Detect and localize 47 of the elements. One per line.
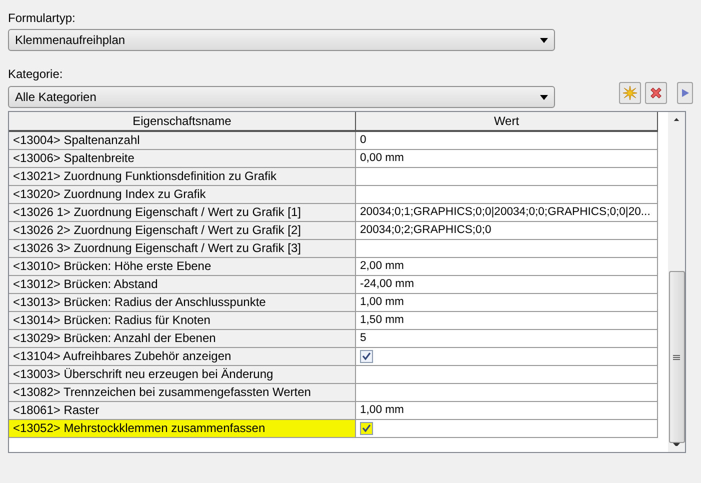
checkbox[interactable] [360, 350, 373, 363]
category-label: Kategorie: [8, 66, 64, 82]
property-name-cell: <13021> Zuordnung Funktionsdefinition zu Grafik [9, 168, 356, 186]
property-name-cell: <13020> Zuordnung Index zu Grafik [9, 186, 356, 204]
value-cell[interactable]: 20034;0;2;GRAPHICS;0;0 [356, 222, 658, 240]
property-name-cell: <13026 3> Zuordnung Eigenschaft / Wert zu Grafik [3] [9, 240, 356, 258]
value-cell[interactable]: 0 [356, 132, 658, 150]
category-dropdown[interactable]: Alle Kategorien [8, 86, 555, 108]
property-name-cell: <13026 2> Zuordnung Eigenschaft / Wert zu Grafik [2] [9, 222, 356, 240]
value-cell[interactable]: 2,00 mm [356, 258, 658, 276]
property-name-cell: <18061> Raster [9, 402, 356, 420]
form-type-label: Formulartyp: [8, 10, 76, 26]
property-name-cell: <13026 1> Zuordnung Eigenschaft / Wert zu Grafik [1] [9, 204, 356, 222]
scroll-thumb[interactable] [668, 271, 684, 443]
dropdown-arrow-icon [540, 94, 548, 100]
property-name-cell: <13004> Spaltenanzahl [9, 132, 356, 150]
property-name-cell: <13003> Überschrift neu erzeugen bei Änderung [9, 366, 356, 384]
property-name-cell: <13014> Brücken: Radius für Knoten [9, 312, 356, 330]
checkbox[interactable] [360, 422, 373, 435]
property-name-cell: <13010> Brücken: Höhe erste Ebene [9, 258, 356, 276]
scrollbar[interactable] [668, 112, 685, 452]
property-name-cell: <13006> Spaltenbreite [9, 150, 356, 168]
value-cell[interactable]: 20034;0;1;GRAPHICS;0;0|20034;0;0;GRAPHICS;0;0|20... [356, 204, 658, 222]
new-button[interactable] [619, 82, 641, 104]
dropdown-arrow-icon [540, 38, 548, 42]
value-cell[interactable]: 1,50 mm [356, 312, 658, 330]
property-name-cell: <13082> Trennzeichen bei zusammengefassten Werten [9, 384, 356, 402]
value-cell[interactable]: 5 [356, 330, 658, 348]
property-name-cell: <13052> Mehrstockklemmen zusammenfassen [9, 420, 356, 438]
property-name-cell: <13104> Aufreihbares Zubehör anzeigen [9, 348, 356, 366]
delete-button[interactable] [645, 82, 667, 104]
form-type-dropdown[interactable]: Klemmenaufreihplan [8, 29, 555, 51]
delete-icon [649, 86, 663, 100]
property-name-cell: <13013> Brücken: Radius der Anschlusspunkte [9, 294, 356, 312]
column-header[interactable]: Wert [356, 112, 658, 132]
play-icon [680, 88, 690, 98]
grip-icon [673, 354, 680, 360]
scroll-up-icon [673, 118, 680, 122]
sparkle-icon [623, 86, 637, 100]
property-name-cell: <13029> Brücken: Anzahl der Ebenen [9, 330, 356, 348]
value-cell[interactable]: 0,00 mm [356, 150, 658, 168]
play-button[interactable] [677, 82, 693, 104]
value-cell[interactable]: -24,00 mm [356, 276, 658, 294]
value-cell[interactable]: 1,00 mm [356, 294, 658, 312]
value-cell[interactable]: 1,00 mm [356, 402, 658, 420]
column-header[interactable]: Eigenschaftsname [9, 112, 356, 132]
property-name-cell: <13012> Brücken: Abstand [9, 276, 356, 294]
